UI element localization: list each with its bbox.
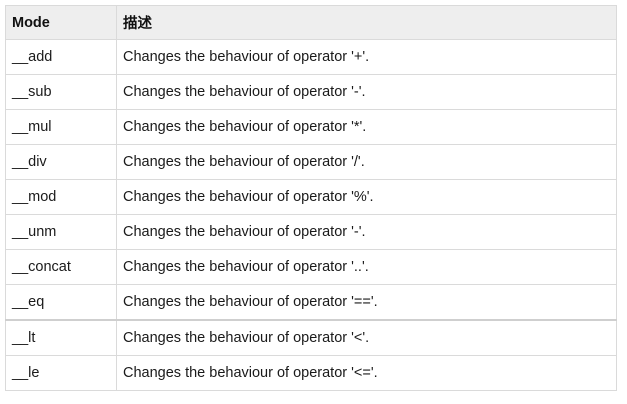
description-cell: Changes the behaviour of operator '*'. <box>116 109 617 145</box>
column-header-mode: Mode <box>5 5 117 40</box>
description-cell: Changes the behaviour of operator '%'. <box>116 179 617 215</box>
mode-cell: __eq <box>5 284 117 321</box>
mode-cell: __le <box>5 355 117 391</box>
metamethod-table: Mode 描述 __add Changes the behaviour of o… <box>5 5 617 391</box>
metamethod-table-container: Mode 描述 __add Changes the behaviour of o… <box>5 5 617 391</box>
mode-cell: __sub <box>5 74 117 110</box>
mode-cell: __add <box>5 39 117 75</box>
description-cell: Changes the behaviour of operator '=='. <box>116 284 617 321</box>
header-row: Mode 描述 <box>5 5 617 40</box>
mode-cell: __mod <box>5 179 117 215</box>
table-row: __add Changes the behaviour of operator … <box>5 39 617 75</box>
mode-cell: __unm <box>5 214 117 250</box>
description-cell: Changes the behaviour of operator '<='. <box>116 355 617 391</box>
description-cell: Changes the behaviour of operator '-'. <box>116 74 617 110</box>
table-row: __eq Changes the behaviour of operator '… <box>5 284 617 321</box>
table-row: __unm Changes the behaviour of operator … <box>5 214 617 250</box>
table-row: __le Changes the behaviour of operator '… <box>5 355 617 391</box>
description-cell: Changes the behaviour of operator '+'. <box>116 39 617 75</box>
description-cell: Changes the behaviour of operator '-'. <box>116 214 617 250</box>
description-cell: Changes the behaviour of operator '/'. <box>116 144 617 180</box>
description-cell: Changes the behaviour of operator '<'. <box>116 319 617 356</box>
table-body: __add Changes the behaviour of operator … <box>5 39 617 391</box>
table-row: __sub Changes the behaviour of operator … <box>5 74 617 110</box>
table-row: __mod Changes the behaviour of operator … <box>5 179 617 215</box>
table-row: __mul Changes the behaviour of operator … <box>5 109 617 145</box>
table-row: __lt Changes the behaviour of operator '… <box>5 319 617 356</box>
mode-cell: __lt <box>5 319 117 356</box>
table-header: Mode 描述 <box>5 5 617 40</box>
table-row: __div Changes the behaviour of operator … <box>5 144 617 180</box>
table-row: __concat Changes the behaviour of operat… <box>5 249 617 285</box>
mode-cell: __concat <box>5 249 117 285</box>
column-header-description: 描述 <box>116 5 617 40</box>
mode-cell: __mul <box>5 109 117 145</box>
mode-cell: __div <box>5 144 117 180</box>
description-cell: Changes the behaviour of operator '..'. <box>116 249 617 285</box>
